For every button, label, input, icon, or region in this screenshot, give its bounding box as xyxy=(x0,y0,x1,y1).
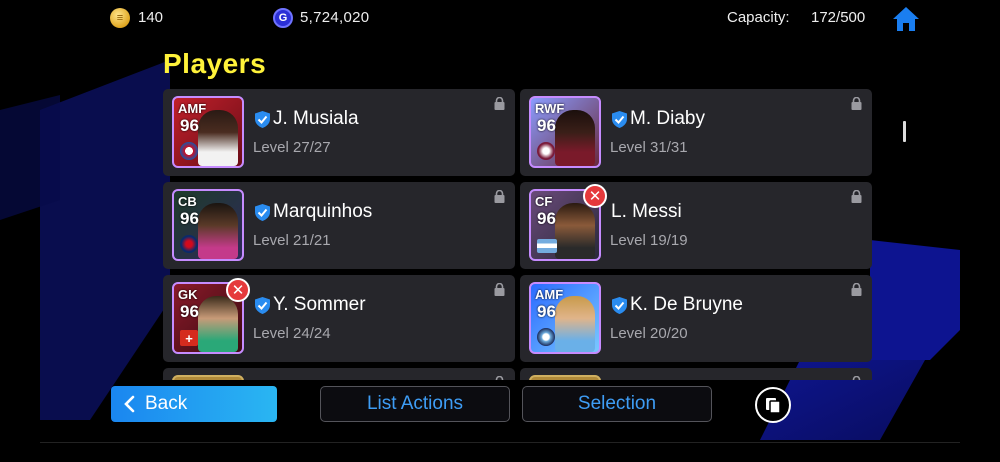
scrollbar[interactable] xyxy=(903,121,906,142)
lock-icon xyxy=(495,376,504,380)
rating-label: 96 xyxy=(537,209,556,228)
back-button[interactable]: Back xyxy=(111,386,277,422)
gp-icon: G xyxy=(273,8,293,28)
player-card[interactable]: AMF 96 K. De Bruyne Level 20/20 xyxy=(520,275,872,362)
rating-label: 96 xyxy=(180,209,199,228)
player-face xyxy=(555,296,595,352)
player-face xyxy=(198,296,238,352)
club-badge xyxy=(537,142,555,160)
player-name: J. Musiala xyxy=(273,108,359,129)
player-name: L. Messi xyxy=(611,201,682,222)
rating-label: 96 xyxy=(180,116,199,135)
player-thumbnail xyxy=(172,375,244,380)
rating-label: 96 xyxy=(537,116,556,135)
player-name: K. De Bruyne xyxy=(630,294,743,315)
remove-icon[interactable]: ✕ xyxy=(226,278,250,302)
player-list[interactable]: AMF 96 J. Musiala Level 27/27 RWF 96 M. … xyxy=(163,89,873,380)
player-card[interactable]: GK 96 + Y. Sommer Level 24/24 xyxy=(163,275,515,362)
verified-icon xyxy=(255,111,270,128)
position-label: AMF xyxy=(535,287,564,302)
player-thumbnail: RWF 96 xyxy=(529,96,601,168)
capacity-value: 172/500 xyxy=(811,9,866,26)
coins-value: 140 xyxy=(138,9,164,26)
player-level: Level 31/31 xyxy=(610,139,688,156)
divider xyxy=(40,442,960,443)
position-label: RWF xyxy=(535,101,565,116)
player-card[interactable]: RWF 96 M. Diaby Level 31/31 xyxy=(520,89,872,176)
nation-flag: + xyxy=(180,330,198,346)
list-actions-button[interactable]: List Actions xyxy=(320,386,510,422)
lock-icon xyxy=(851,283,862,296)
player-card[interactable] xyxy=(520,368,872,380)
back-button-label: Back xyxy=(145,393,188,414)
player-face xyxy=(555,110,595,166)
club-badge xyxy=(537,328,555,346)
lock-icon xyxy=(494,190,505,203)
lock-icon xyxy=(851,97,862,110)
top-bar: ≡ 140 G 5,724,020 Capacity: 172/500 xyxy=(0,0,1000,38)
chevron-left-icon xyxy=(124,395,135,413)
nation-flag xyxy=(537,239,557,253)
player-card[interactable]: CF 96 L. Messi Level 19/19 xyxy=(520,182,872,269)
player-level: Level 27/27 xyxy=(253,139,331,156)
club-badge xyxy=(180,235,198,253)
player-level: Level 20/20 xyxy=(610,325,688,342)
lock-icon xyxy=(852,376,861,380)
home-icon[interactable] xyxy=(892,6,920,32)
position-label: AMF xyxy=(178,101,207,116)
rating-label: 96 xyxy=(180,302,199,321)
position-label: GK xyxy=(178,287,198,302)
player-card[interactable]: AMF 96 J. Musiala Level 27/27 xyxy=(163,89,515,176)
selection-button[interactable]: Selection xyxy=(522,386,712,422)
gp-value: 5,724,020 xyxy=(300,9,370,26)
player-level: Level 21/21 xyxy=(253,232,331,249)
copy-icon xyxy=(766,398,781,414)
player-card[interactable]: CB 96 Marquinhos Level 21/21 xyxy=(163,182,515,269)
coin-icon: ≡ xyxy=(110,8,130,28)
remove-icon[interactable]: ✕ xyxy=(583,184,607,208)
player-name: Y. Sommer xyxy=(273,294,366,315)
verified-icon xyxy=(612,111,627,128)
player-level: Level 19/19 xyxy=(610,232,688,249)
lock-icon xyxy=(494,283,505,296)
lock-icon xyxy=(494,97,505,110)
player-thumbnail: AMF 96 xyxy=(529,282,601,354)
player-thumbnail: AMF 96 xyxy=(172,96,244,168)
club-badge xyxy=(180,142,198,160)
verified-icon xyxy=(255,204,270,221)
verified-icon xyxy=(255,297,270,314)
verified-icon xyxy=(612,297,627,314)
player-name: M. Diaby xyxy=(630,108,705,129)
player-face xyxy=(198,110,238,166)
copy-button[interactable] xyxy=(755,387,791,423)
player-card[interactable] xyxy=(163,368,515,380)
position-label: CB xyxy=(178,194,197,209)
player-thumbnail xyxy=(529,375,601,380)
rating-label: 96 xyxy=(537,302,556,321)
player-name: Marquinhos xyxy=(273,201,373,222)
page-title: Players xyxy=(163,48,267,79)
player-face xyxy=(555,203,595,259)
player-level: Level 24/24 xyxy=(253,325,331,342)
capacity-label: Capacity: xyxy=(727,9,790,26)
position-label: CF xyxy=(535,194,553,209)
player-thumbnail: CB 96 xyxy=(172,189,244,261)
player-face xyxy=(198,203,238,259)
lock-icon xyxy=(851,190,862,203)
